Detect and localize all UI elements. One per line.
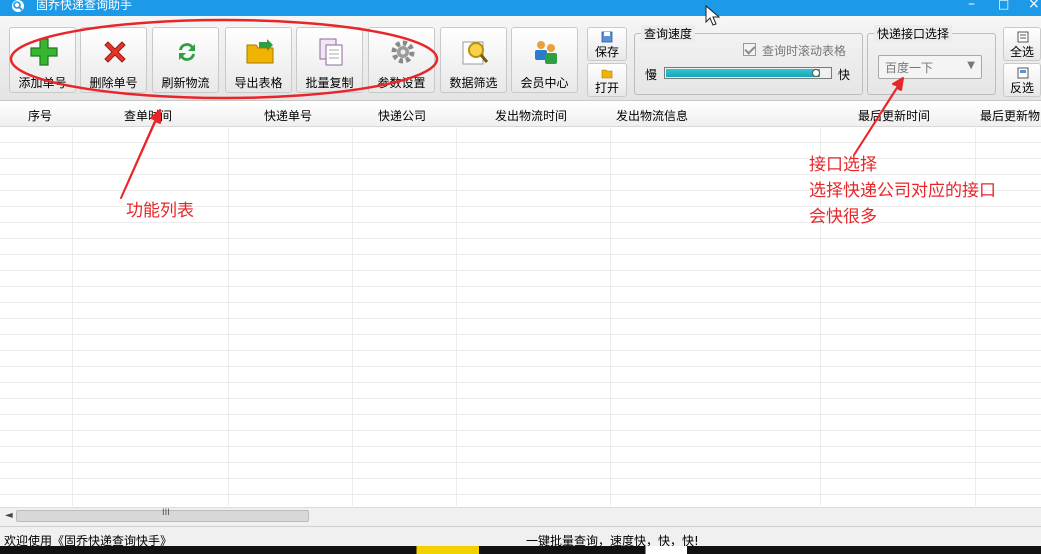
add-plus-icon (30, 38, 58, 66)
grid-column-line (610, 126, 611, 506)
select-all-button[interactable]: 全选 (1003, 27, 1041, 61)
settings-label: 参数设置 (377, 76, 426, 90)
query-speed-fill (666, 69, 820, 77)
grid-row-line (0, 254, 1041, 255)
save-label: 保存 (594, 45, 619, 59)
column-header[interactable]: 查单时间 (124, 107, 172, 124)
grid-column-line (456, 126, 457, 506)
horizontal-scrollbar[interactable]: ◄ III (0, 507, 1041, 526)
grid-row-line (0, 270, 1041, 271)
grid-row-line (0, 302, 1041, 303)
open-button[interactable]: 打开 (587, 63, 627, 97)
add-number-button[interactable]: 添加单号 (9, 27, 76, 93)
query-speed-thumb[interactable] (812, 69, 820, 77)
grid-row-line (0, 382, 1041, 383)
copy-documents-icon (319, 38, 343, 66)
window-title: 固乔快递查询助手 (36, 0, 133, 12)
api-annotation-line-1: 接口选择 (809, 155, 877, 175)
column-header[interactable]: 最后更新物 (980, 107, 1040, 124)
column-header[interactable]: 快递公司 (378, 107, 426, 124)
grid-row-line (0, 238, 1041, 239)
grid-column-line (72, 126, 73, 506)
column-header[interactable]: 发出物流时间 (495, 107, 567, 124)
gear-icon (391, 40, 415, 64)
grid-row-line (0, 174, 1041, 175)
open-folder-icon (601, 69, 613, 79)
add-number-label: 添加单号 (18, 76, 67, 90)
refresh-logistics-label: 刷新物流 (161, 76, 210, 90)
grid-row-line (0, 286, 1041, 287)
api-select[interactable]: 百度一下 ▼ (878, 55, 982, 79)
refresh-logistics-button[interactable]: 刷新物流 (152, 27, 219, 93)
delete-number-button[interactable]: 删除单号 (80, 27, 147, 93)
grid-row-line (0, 478, 1041, 479)
members-icon (535, 41, 557, 64)
member-center-label: 会员中心 (520, 76, 569, 90)
data-filter-label: 数据筛选 (449, 76, 498, 90)
scroll-table-label: 查询时滚动表格 (762, 44, 847, 58)
function-list-annotation: 功能列表 (126, 201, 194, 221)
grid-row-line (0, 414, 1041, 415)
delete-number-label: 删除单号 (89, 76, 138, 90)
export-table-label: 导出表格 (234, 76, 283, 90)
grid-row-line (0, 158, 1041, 159)
grid-row-line (0, 366, 1041, 367)
column-header[interactable]: 发出物流信息 (616, 107, 688, 124)
app-logo-icon (12, 0, 24, 12)
api-selection-legend: 快递接口选择 (874, 25, 953, 42)
api-annotation-line-2: 选择快递公司对应的接口 (809, 181, 996, 201)
settings-button[interactable]: 参数设置 (368, 27, 435, 93)
grid-row-line (0, 446, 1041, 447)
export-table-button[interactable]: 导出表格 (225, 27, 292, 93)
fast-label: 快 (838, 68, 851, 82)
save-icon (601, 31, 613, 43)
select-all-icon (1017, 31, 1029, 43)
column-header[interactable]: 最后更新时间 (858, 107, 930, 124)
select-all-label: 全选 (1009, 45, 1034, 59)
grid-row-line (0, 494, 1041, 495)
search-filter-icon (462, 41, 489, 65)
slow-label: 慢 (645, 68, 658, 82)
grid-row-line (0, 462, 1041, 463)
grid-row-line (0, 350, 1041, 351)
data-filter-button[interactable]: 数据筛选 (440, 27, 507, 93)
refresh-icon (179, 43, 195, 61)
app-window: 固乔快递查询助手 – □ × 添加单号 删除单号 刷新物流 导出表格 批量复制 … (0, 0, 1041, 554)
invert-selection-button[interactable]: 反选 (1003, 63, 1041, 97)
grid-row-line (0, 430, 1041, 431)
grid-column-line (228, 126, 229, 506)
scrollbar-grip: III (162, 508, 170, 518)
close-button[interactable]: × (1028, 0, 1040, 12)
save-button[interactable]: 保存 (587, 27, 627, 61)
column-header[interactable]: 快递单号 (264, 107, 312, 124)
invert-selection-label: 反选 (1009, 81, 1034, 95)
table-header: 序号 查单时间 快递单号 快递公司 发出物流时间 发出物流信息 最后更新时间 最… (0, 101, 1041, 127)
batch-copy-button[interactable]: 批量复制 (296, 27, 363, 93)
query-speed-slider[interactable] (664, 67, 832, 79)
grid-row-line (0, 398, 1041, 399)
grid-row-line (0, 318, 1041, 319)
maximize-button[interactable]: □ (998, 0, 1009, 12)
grid-row-line (0, 334, 1041, 335)
open-label: 打开 (594, 81, 619, 95)
invert-selection-icon (1017, 67, 1029, 79)
member-center-button[interactable]: 会员中心 (511, 27, 578, 93)
minimize-button[interactable]: – (968, 0, 975, 12)
grid-column-line (352, 126, 353, 506)
column-header[interactable]: 序号 (28, 107, 52, 124)
api-annotation-line-3: 会快很多 (809, 207, 877, 227)
api-select-value: 百度一下 (885, 61, 934, 75)
delete-x-icon (104, 41, 126, 63)
background-strip (0, 546, 1041, 554)
scroll-table-checkbox[interactable] (743, 43, 756, 56)
batch-copy-label: 批量复制 (305, 76, 354, 90)
grid-row-line (0, 142, 1041, 143)
export-folder-icon (246, 39, 274, 64)
title-bar[interactable]: 固乔快递查询助手 – □ × (0, 0, 1041, 16)
chevron-down-icon[interactable]: ▼ (967, 60, 975, 71)
query-speed-legend: 查询速度 (641, 25, 696, 42)
scroll-left-icon[interactable]: ◄ (5, 510, 13, 521)
scrollbar-thumb[interactable]: III (16, 508, 309, 522)
